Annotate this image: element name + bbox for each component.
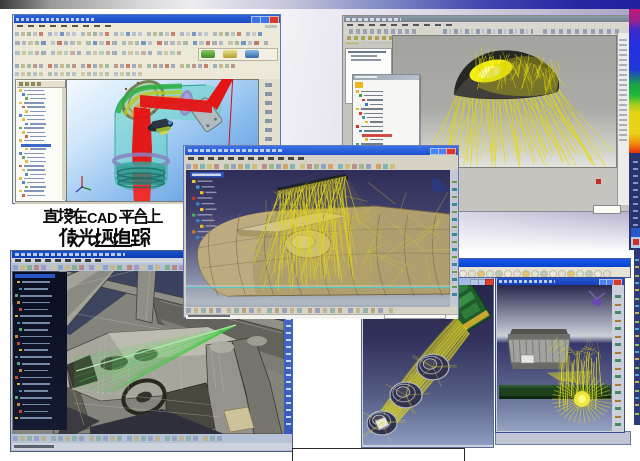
svg-text:CAD: CAD: [87, 211, 117, 227]
